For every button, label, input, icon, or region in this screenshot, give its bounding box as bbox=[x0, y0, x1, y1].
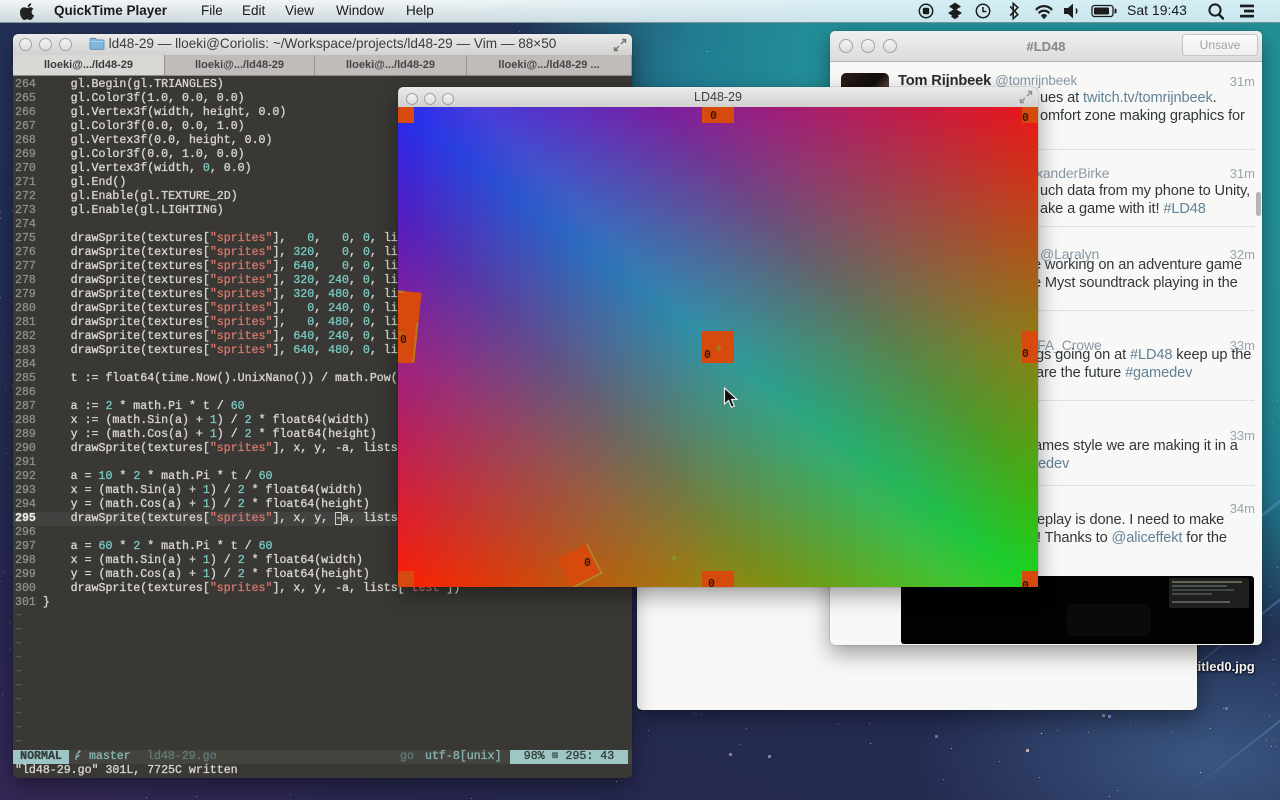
svg-text:0: 0 bbox=[1022, 112, 1029, 125]
svg-text:0: 0 bbox=[704, 349, 711, 362]
svg-text:0: 0 bbox=[1022, 580, 1029, 587]
svg-text:0: 0 bbox=[400, 334, 407, 347]
svg-text:0: 0 bbox=[1022, 348, 1029, 361]
svg-text:0: 0 bbox=[710, 110, 717, 123]
svg-text:0: 0 bbox=[584, 557, 591, 570]
svg-text:0: 0 bbox=[708, 578, 715, 587]
